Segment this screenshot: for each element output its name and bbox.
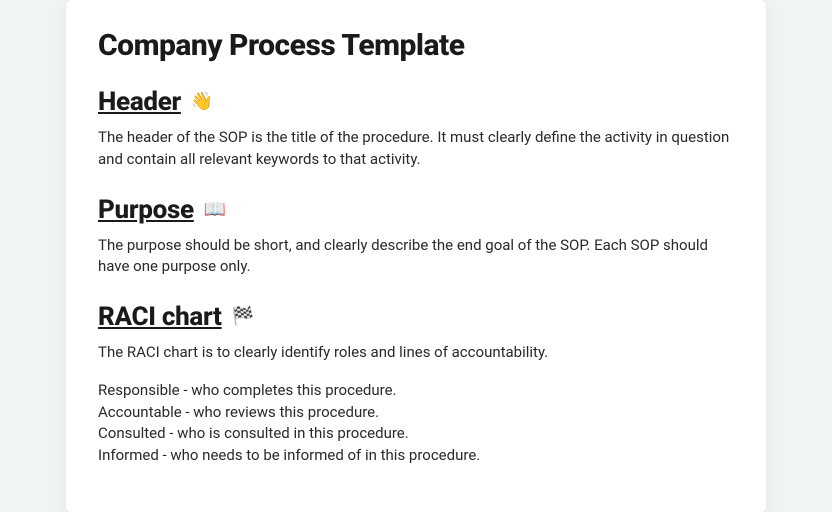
section-body: The purpose should be short, and clearly… <box>98 235 734 279</box>
section-paragraph: Informed - who needs to be informed of i… <box>98 445 734 467</box>
section-paragraph: The header of the SOP is the title of th… <box>98 127 734 171</box>
page-title: Company Process Template <box>98 28 734 63</box>
section-heading: Purpose <box>98 195 194 225</box>
section-header: Header 👋 The header of the SOP is the ti… <box>98 87 734 171</box>
section-paragraph: The purpose should be short, and clearly… <box>98 235 734 279</box>
section-paragraph: Responsible - who completes this procedu… <box>98 380 734 402</box>
section-heading: Header <box>98 87 181 117</box>
section-raci: RACI chart 🏁 The RACI chart is to clearl… <box>98 302 734 467</box>
section-body: The RACI chart is to clearly identify ro… <box>98 342 734 467</box>
section-heading-row: RACI chart 🏁 <box>98 302 734 332</box>
section-paragraph: The RACI chart is to clearly identify ro… <box>98 342 734 364</box>
flag-icon: 🏁 <box>232 308 254 326</box>
wave-icon: 👋 <box>191 93 213 111</box>
section-body: The header of the SOP is the title of th… <box>98 127 734 171</box>
section-paragraph: Consulted - who is consulted in this pro… <box>98 423 734 445</box>
section-heading-row: Purpose 📖 <box>98 195 734 225</box>
section-heading-row: Header 👋 <box>98 87 734 117</box>
document-card: Company Process Template Header 👋 The he… <box>66 0 766 512</box>
section-purpose: Purpose 📖 The purpose should be short, a… <box>98 195 734 279</box>
section-heading: RACI chart <box>98 302 222 332</box>
spacer <box>98 364 734 380</box>
section-paragraph: Accountable - who reviews this procedure… <box>98 402 734 424</box>
book-icon: 📖 <box>204 201 226 219</box>
